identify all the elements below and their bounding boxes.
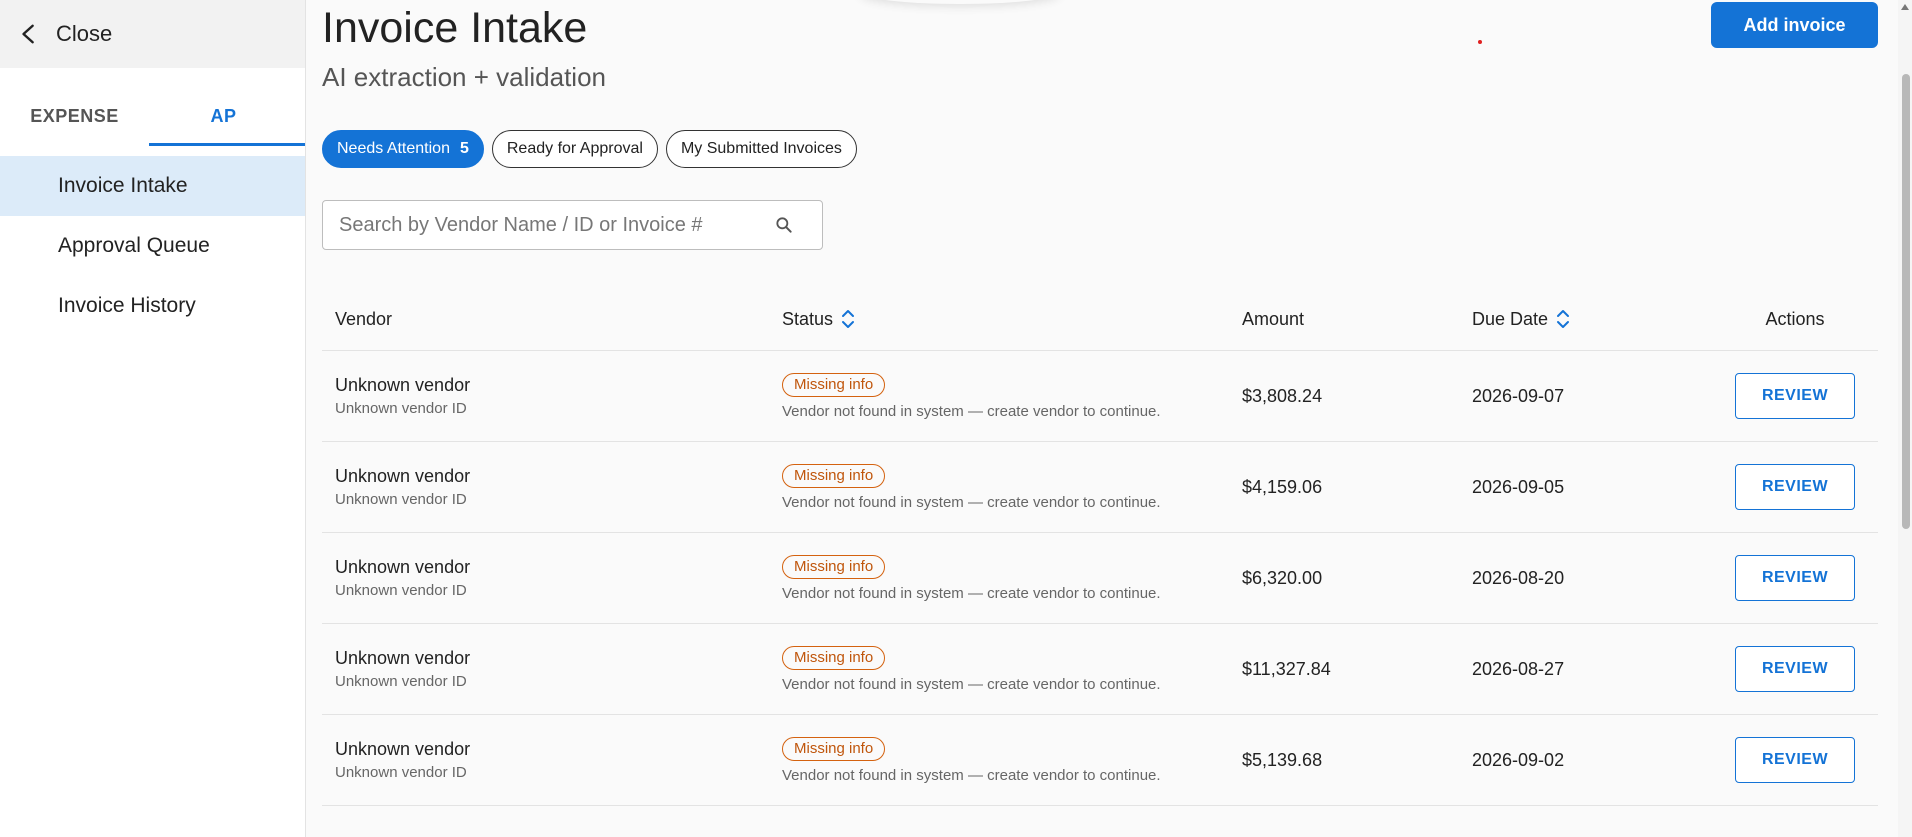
tab-expense[interactable]: EXPENSE — [0, 92, 149, 146]
status-cell: Missing info Vendor not found in system … — [782, 736, 1242, 784]
vendor-name: Unknown vendor — [335, 557, 471, 577]
table-row: Unknown vendor Unknown vendor ID Missing… — [322, 442, 1878, 533]
vendor-cell: Unknown vendor Unknown vendor ID — [322, 557, 782, 599]
actions-cell: REVIEW — [1712, 373, 1878, 419]
filter-label: Ready for Approval — [506, 140, 643, 157]
review-button[interactable]: REVIEW — [1735, 646, 1855, 692]
table-row: Unknown vendor Unknown vendor ID Missing… — [322, 351, 1878, 442]
status-badge: Missing info — [782, 372, 886, 397]
vendor-name: Unknown vendor — [335, 466, 471, 486]
filter-label: Needs Attention — [337, 140, 450, 157]
vendor-cell: Unknown vendor Unknown vendor ID — [322, 648, 782, 690]
status-badge: Missing info — [782, 554, 886, 579]
page-subtitle: AI extraction + validation — [322, 62, 606, 92]
sort-icon[interactable] — [1556, 309, 1570, 329]
status-note: Vendor not found in system — create vend… — [782, 675, 1161, 693]
due-date-cell: 2026-09-05 — [1472, 476, 1565, 497]
scrollbar-thumb[interactable] — [1902, 74, 1910, 529]
status-cell: Missing info Vendor not found in system … — [782, 463, 1242, 511]
amount-cell: $6,320.00 — [1242, 567, 1323, 588]
vendor-id: Unknown vendor ID — [335, 491, 467, 508]
column-header-status-label: Status — [782, 308, 834, 329]
active-tab-indicator — [149, 143, 305, 146]
review-button[interactable]: REVIEW — [1735, 373, 1855, 419]
vendor-cell: Unknown vendor Unknown vendor ID — [322, 739, 782, 781]
sidebar-item-invoice-intake[interactable]: Invoice Intake — [0, 156, 305, 216]
vendor-name: Unknown vendor — [335, 375, 471, 395]
filter-label: My Submitted Invoices — [680, 140, 842, 157]
sidebar-item-invoice-history[interactable]: Invoice History — [0, 276, 305, 336]
status-badge: Missing info — [782, 736, 886, 761]
review-button[interactable]: REVIEW — [1735, 555, 1855, 601]
sidebar: Close EXPENSE AP Invoice Intake Approval… — [0, 0, 306, 837]
vendor-cell: Unknown vendor Unknown vendor ID — [322, 375, 782, 417]
filter-count-badge: 5 — [459, 140, 469, 157]
vendor-name: Unknown vendor — [335, 739, 471, 759]
column-header-vendor: Vendor — [335, 308, 393, 329]
status-cell: Missing info Vendor not found in system … — [782, 554, 1242, 602]
cursor-marker — [1478, 40, 1482, 44]
filter-ready-for-approval[interactable]: Ready for Approval — [491, 130, 658, 168]
vendor-id: Unknown vendor ID — [335, 400, 467, 417]
vendor-id: Unknown vendor ID — [335, 582, 467, 599]
table-header: Vendor Status Amount Due Date Actions — [322, 288, 1878, 351]
scroll-up-arrow-icon[interactable] — [1900, 2, 1910, 12]
amount-cell: $4,159.06 — [1242, 476, 1323, 497]
actions-cell: REVIEW — [1712, 737, 1878, 783]
add-invoice-button[interactable]: Add invoice — [1711, 2, 1878, 48]
review-button[interactable]: REVIEW — [1735, 464, 1855, 510]
table-row: Unknown vendor Unknown vendor ID Missing… — [322, 624, 1878, 715]
status-cell: Missing info Vendor not found in system … — [782, 645, 1242, 693]
status-note: Vendor not found in system — create vend… — [782, 402, 1161, 420]
search-box — [322, 200, 823, 250]
page-title: Invoice Intake — [322, 4, 588, 52]
status-cell: Missing info Vendor not found in system … — [782, 372, 1242, 420]
search-icon[interactable] — [774, 215, 794, 235]
column-header-due-date-label: Due Date — [1472, 308, 1549, 329]
vendor-id: Unknown vendor ID — [335, 764, 467, 781]
popup-shadow — [860, 0, 1060, 4]
table-row: Unknown vendor Unknown vendor ID Missing… — [322, 533, 1878, 624]
column-header-due-date[interactable]: Due Date — [1472, 309, 1712, 330]
close-button[interactable]: Close — [0, 0, 305, 68]
scrollbar[interactable] — [1898, 0, 1912, 837]
sort-icon[interactable] — [841, 309, 855, 329]
filter-needs-attention[interactable]: Needs Attention 5 — [322, 130, 484, 168]
column-header-actions: Actions — [1765, 308, 1825, 329]
filter-chips: Needs Attention 5 Ready for Approval My … — [322, 130, 857, 168]
amount-cell: $5,139.68 — [1242, 749, 1323, 770]
column-header-status[interactable]: Status — [782, 309, 1242, 330]
due-date-cell: 2026-09-02 — [1472, 749, 1565, 770]
status-note: Vendor not found in system — create vend… — [782, 766, 1161, 784]
actions-cell: REVIEW — [1712, 464, 1878, 510]
filter-my-submitted-invoices[interactable]: My Submitted Invoices — [665, 130, 857, 168]
due-date-cell: 2026-09-07 — [1472, 385, 1565, 406]
review-button[interactable]: REVIEW — [1735, 737, 1855, 783]
sidebar-nav: Invoice Intake Approval Queue Invoice Hi… — [0, 156, 305, 336]
vendor-cell: Unknown vendor Unknown vendor ID — [322, 466, 782, 508]
actions-cell: REVIEW — [1712, 646, 1878, 692]
amount-cell: $11,327.84 — [1242, 658, 1331, 679]
vendor-id: Unknown vendor ID — [335, 673, 467, 690]
invoice-table: Vendor Status Amount Due Date Actions Un… — [322, 288, 1878, 806]
due-date-cell: 2026-08-20 — [1472, 567, 1565, 588]
tab-ap[interactable]: AP — [149, 92, 298, 146]
close-label: Close — [56, 21, 113, 46]
status-badge: Missing info — [782, 645, 886, 670]
sidebar-item-approval-queue[interactable]: Approval Queue — [0, 216, 305, 276]
column-header-amount: Amount — [1242, 308, 1305, 329]
amount-cell: $3,808.24 — [1242, 385, 1323, 406]
vendor-name: Unknown vendor — [335, 648, 471, 668]
due-date-cell: 2026-08-27 — [1472, 658, 1565, 679]
module-tabs: EXPENSE AP — [0, 92, 305, 146]
search-input[interactable] — [323, 200, 774, 250]
actions-cell: REVIEW — [1712, 555, 1878, 601]
status-note: Vendor not found in system — create vend… — [782, 493, 1161, 511]
chevron-left-icon — [22, 24, 34, 44]
status-note: Vendor not found in system — create vend… — [782, 584, 1161, 602]
status-badge: Missing info — [782, 463, 886, 488]
table-row: Unknown vendor Unknown vendor ID Missing… — [322, 715, 1878, 806]
